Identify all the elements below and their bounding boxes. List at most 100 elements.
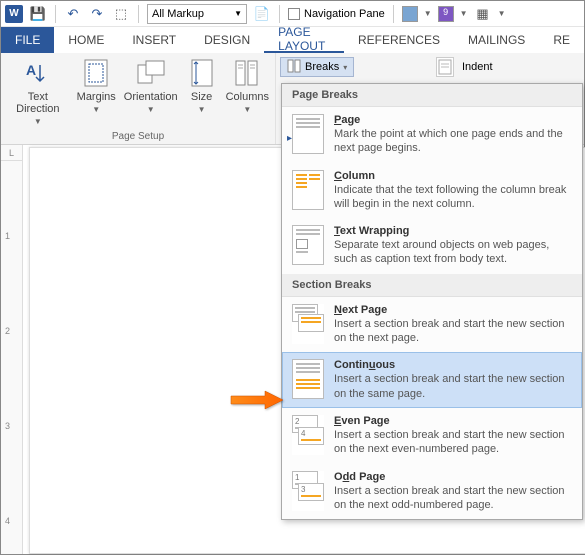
option-desc: Insert a section break and start the new… xyxy=(334,428,572,457)
separator xyxy=(138,5,139,23)
orientation-label: Orientation xyxy=(124,91,178,103)
redo-icon[interactable]: ↷ xyxy=(88,5,106,23)
option-title: Text Wrapping xyxy=(334,225,572,237)
columns-label: Columns xyxy=(226,91,269,103)
breaks-icon xyxy=(287,59,301,76)
break-option-next-page[interactable]: Next Page Insert a section break and sta… xyxy=(282,297,582,353)
break-option-even-page[interactable]: 2 4 Even Page Insert a section break and… xyxy=(282,408,582,464)
vertical-ruler[interactable]: 1 2 3 4 xyxy=(1,161,23,554)
svg-text:A: A xyxy=(26,62,36,78)
margins-icon xyxy=(80,57,112,89)
columns-icon xyxy=(231,57,263,89)
text-direction-button[interactable]: A Text Direction ▼ xyxy=(7,57,69,126)
option-title: Even Page xyxy=(334,415,572,427)
tab-mailings[interactable]: MAILINGS xyxy=(454,27,539,53)
margins-label: Margins xyxy=(77,91,116,103)
orientation-button[interactable]: Orientation ▼ xyxy=(124,57,178,114)
orientation-icon xyxy=(135,57,167,89)
next-page-break-icon xyxy=(292,304,324,344)
chevron-down-icon[interactable]: ▼ xyxy=(460,9,468,18)
breaks-dropdown: Page Breaks ▸ Page Mark the point at whi… xyxy=(281,83,583,520)
navigation-pane-checkbox[interactable]: Navigation Pane xyxy=(288,8,385,20)
quick-access-toolbar: W 💾 ↶ ↷ ⬚ All Markup ▼ 📄 Navigation Pane… xyxy=(1,1,584,27)
ruler-tick: 3 xyxy=(5,421,10,431)
odd-page-break-icon: 1 3 xyxy=(292,471,324,511)
size-label: Size xyxy=(191,91,212,103)
chevron-down-icon: ▼ xyxy=(243,105,251,114)
size-button[interactable]: Size ▼ xyxy=(186,57,218,114)
option-title: Continuous xyxy=(334,359,572,371)
word-app-icon[interactable]: W xyxy=(5,5,23,23)
chevron-down-icon: ▼ xyxy=(198,105,206,114)
indent-label: Indent xyxy=(462,61,493,73)
tab-design[interactable]: DESIGN xyxy=(190,27,264,53)
option-title: Next Page xyxy=(334,304,572,316)
fill-color-swatch[interactable]: 9 xyxy=(438,6,454,22)
ruler-tick: 4 xyxy=(5,516,10,526)
margins-button[interactable]: Margins ▼ xyxy=(77,57,116,114)
chevron-down-icon: ▾ xyxy=(343,63,347,72)
option-desc: Insert a section break and start the new… xyxy=(334,372,572,401)
tab-review[interactable]: RE xyxy=(539,27,584,53)
ribbon-tabs: FILE HOME INSERT DESIGN PAGE LAYOUT REFE… xyxy=(1,27,584,53)
tab-file[interactable]: FILE xyxy=(1,27,54,53)
option-desc: Mark the point at which one page ends an… xyxy=(334,127,572,156)
tab-page-layout[interactable]: PAGE LAYOUT xyxy=(264,27,344,53)
chevron-down-icon: ▼ xyxy=(234,9,242,18)
text-wrapping-break-icon xyxy=(292,225,324,265)
size-icon xyxy=(186,57,218,89)
tab-references[interactable]: REFERENCES xyxy=(344,27,454,53)
save-icon[interactable]: 💾 xyxy=(29,5,47,23)
break-option-page[interactable]: ▸ Page Mark the point at which one page … xyxy=(282,107,582,163)
page-setup-group: A Text Direction ▼ Margins ▼ Orientation… xyxy=(1,53,276,144)
section-breaks-header: Section Breaks xyxy=(282,274,582,297)
chevron-down-icon[interactable]: ▼ xyxy=(498,9,506,18)
continuous-break-icon xyxy=(292,359,324,399)
option-title: Page xyxy=(334,114,572,126)
breaks-button[interactable]: Breaks ▾ xyxy=(280,57,354,77)
annotation-arrow xyxy=(229,389,285,416)
text-direction-icon: A xyxy=(22,57,54,89)
option-desc: Insert a section break and start the new… xyxy=(334,484,572,513)
option-desc: Separate text around objects on web page… xyxy=(334,238,572,267)
chevron-down-icon: ▼ xyxy=(147,105,155,114)
chevron-down-icon: ▼ xyxy=(34,117,42,126)
separator xyxy=(279,5,280,23)
option-desc: Insert a section break and start the new… xyxy=(334,317,572,346)
indent-group: Indent xyxy=(436,57,493,77)
undo-icon[interactable]: ↶ xyxy=(64,5,82,23)
touch-mode-icon[interactable]: ⬚ xyxy=(112,5,130,23)
columns-button[interactable]: Columns ▼ xyxy=(226,57,269,114)
indent-icon xyxy=(436,57,454,77)
break-option-odd-page[interactable]: 1 3 Odd Page Insert a section break and … xyxy=(282,464,582,520)
option-desc: Indicate that the text following the col… xyxy=(334,183,572,212)
break-option-continuous[interactable]: Continuous Insert a section break and st… xyxy=(282,352,582,408)
break-option-text-wrapping[interactable]: Text Wrapping Separate text around objec… xyxy=(282,218,582,274)
page-setup-group-label: Page Setup xyxy=(112,131,164,142)
checkbox-icon xyxy=(288,8,300,20)
text-direction-label: Text Direction xyxy=(7,91,69,115)
option-title: Odd Page xyxy=(334,471,572,483)
chevron-down-icon[interactable]: ▼ xyxy=(424,9,432,18)
page-breaks-header: Page Breaks xyxy=(282,84,582,107)
tab-home[interactable]: HOME xyxy=(54,27,118,53)
column-break-icon xyxy=(292,170,324,210)
even-page-break-icon: 2 4 xyxy=(292,415,324,455)
breaks-label: Breaks xyxy=(305,61,339,73)
chevron-down-icon: ▼ xyxy=(92,105,100,114)
highlight-color-swatch[interactable] xyxy=(402,6,418,22)
page-break-icon: ▸ xyxy=(292,114,324,154)
ruler-tick: 2 xyxy=(5,326,10,336)
separator xyxy=(393,5,394,23)
ruler-corner: L xyxy=(1,145,23,161)
break-option-column[interactable]: Column Indicate that the text following … xyxy=(282,163,582,219)
print-preview-icon[interactable]: 📄 xyxy=(253,5,271,23)
border-icon[interactable]: ▦ xyxy=(474,5,492,23)
separator xyxy=(55,5,56,23)
markup-combo-text: All Markup xyxy=(152,8,204,20)
tab-insert[interactable]: INSERT xyxy=(118,27,190,53)
nav-pane-label: Navigation Pane xyxy=(304,8,385,20)
markup-combo[interactable]: All Markup ▼ xyxy=(147,4,247,24)
option-title: Column xyxy=(334,170,572,182)
ruler-tick: 1 xyxy=(5,231,10,241)
